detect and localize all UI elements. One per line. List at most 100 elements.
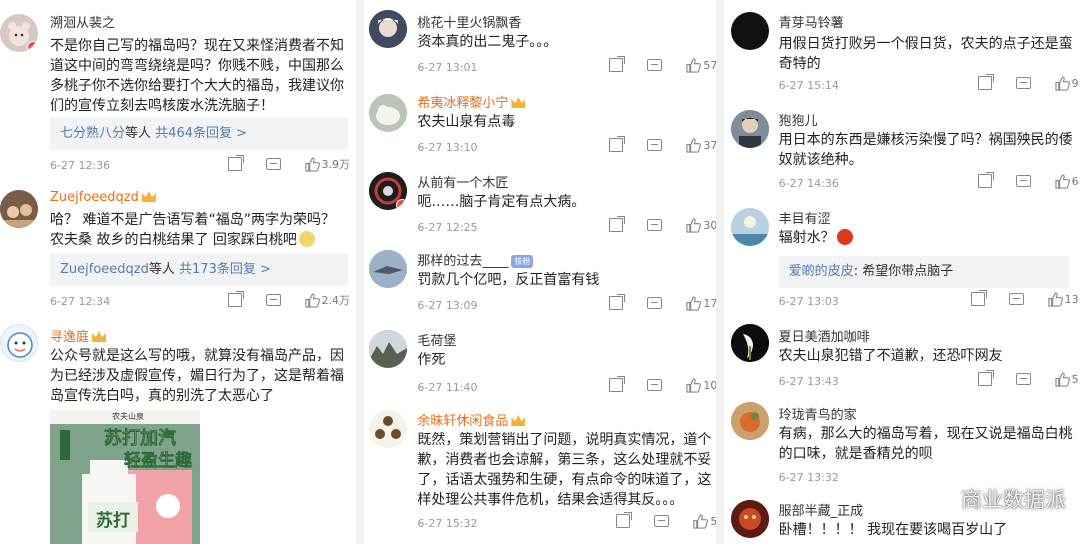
comment-column-1: 溯洄从裴之 不是你自己写的福岛吗？现在又来怪消费者不知 道这中间的弯弯绕绕是吗？你… [0,0,357,544]
share-icon[interactable] [977,74,994,90]
share-icon[interactable] [970,290,987,306]
share-icon[interactable] [227,291,244,307]
comment-icon[interactable] [265,158,281,170]
like-icon[interactable] [1048,292,1063,307]
replies-summary[interactable]: Zuejfoeedqzd等人 共173条回复 > [50,254,348,286]
username[interactable]: 希夷冰释黎小宁 [417,92,526,111]
comment-icon[interactable] [647,379,663,391]
avatar[interactable] [730,12,769,50]
avatar[interactable] [730,402,769,440]
avatar[interactable] [0,324,38,362]
bottle-label-text: 苏打 [96,511,130,531]
username[interactable]: 夏日美酒加咖啡 [779,326,870,345]
comment-icon[interactable] [1015,373,1031,385]
avatar[interactable] [0,14,38,52]
view-replies-link[interactable]: 共173条回复 > [179,262,271,277]
comment-meta: 6-27 12:34 2.4万 [50,291,351,312]
timestamp: 6-27 15:14 [778,79,839,92]
comment-icon[interactable] [647,139,663,151]
avatar[interactable] [369,250,408,288]
timestamp: 6-27 13:09 [417,299,478,312]
avatar[interactable] [369,94,408,132]
share-icon[interactable] [609,294,626,310]
comment-text: 公众号就是这么写的哦，就算没有福岛产品，因 为已经涉及虚假宣传，媚日行为了，这是帮… [50,348,344,404]
replies-summary[interactable]: 七分熟八分等人 共464条回复 > [50,118,348,150]
like-icon[interactable] [304,157,320,172]
username[interactable]: 狍狍儿 [779,110,818,129]
like-icon[interactable] [1055,76,1070,91]
avatar[interactable] [0,190,38,228]
avatar[interactable] [730,110,769,148]
username[interactable]: 桃花十里火锅飘香 [417,12,521,31]
like-icon[interactable] [1055,174,1070,189]
username[interactable]: 余昧轩休闲食品 [417,410,526,429]
username[interactable]: 玲珑青鸟的家 [779,404,857,423]
username[interactable]: 服部半藏_正成 [779,500,864,519]
share-icon[interactable] [609,216,626,232]
like-icon[interactable] [686,218,702,233]
username[interactable]: 那样的过去____ 铁粉 [417,250,534,269]
timestamp: 6-27 14:36 [778,177,839,190]
watermark: 商业数据派 [925,484,1066,514]
reply-preview[interactable]: 爱啲的皮皮: 希望你带点脑子 [778,256,1069,288]
username[interactable]: Zuejfoeedqzd [50,190,156,205]
avatar[interactable] [369,410,408,448]
username[interactable]: 青芽马铃薯 [779,12,844,31]
comment-icon[interactable] [647,219,663,231]
vip-crown-icon [92,331,107,342]
like-icon[interactable] [1055,372,1070,387]
timestamp: 6-27 13:03 [778,295,839,308]
comment-meta: 6-27 13:43 5 [779,370,1079,392]
share-icon[interactable] [616,512,633,528]
share-icon[interactable] [977,172,994,188]
avatar[interactable] [369,10,408,48]
share-icon[interactable] [609,56,626,72]
comment-text: 呃……脑子肯定有点大病。 [417,194,586,210]
timestamp: 6-27 11:40 [417,381,478,394]
share-icon[interactable] [227,155,244,171]
comment-icon[interactable] [1015,175,1031,187]
like-count: 13 [1064,292,1079,306]
reply-user[interactable]: 爱啲的皮皮 [789,264,854,279]
share-icon[interactable] [609,136,626,152]
post-image[interactable]: 农夫山泉 苏打加汽 轻盈生趣 苏打 [50,410,200,544]
avatar[interactable] [730,324,769,362]
share-icon[interactable] [977,370,994,386]
like-icon[interactable] [686,296,702,311]
comment-page: 溯洄从裴之 不是你自己写的福岛吗？现在又来怪消费者不知 道这中间的弯弯绕绕是吗？你… [0,0,1080,544]
reply-user[interactable]: 七分熟八分 [60,126,125,141]
like-icon[interactable] [693,514,709,529]
comment-icon[interactable] [647,59,663,71]
comment-text: 农夫山泉有点毒 [417,114,516,130]
username[interactable]: 溯洄从裴之 [50,12,115,31]
avatar[interactable] [369,330,408,368]
comment-icon[interactable] [1008,293,1024,305]
grimace-emoji-icon [298,231,315,247]
comment-meta: 6-27 13:03 13 [778,290,1079,312]
comment-icon[interactable] [654,515,670,527]
avatar-image [730,110,769,148]
china-flag-emoji-icon [836,229,853,245]
avatar[interactable] [730,500,769,538]
share-icon[interactable] [609,376,626,392]
like-icon[interactable] [304,293,320,308]
comment-icon[interactable] [265,294,281,306]
comment-icon[interactable] [647,297,663,309]
username[interactable]: 丰目有涩 [779,208,831,227]
like-count: 2.4万 [321,294,351,307]
like-icon[interactable] [686,58,702,73]
username[interactable]: 从前有一个木匠 [417,172,508,191]
username[interactable]: 毛荷堡 [417,330,456,349]
username[interactable]: 寻逸庭 [50,326,107,345]
reply-user[interactable]: Zuejfoeedqzd [60,262,149,277]
view-replies-link[interactable]: 共464条回复 > [155,126,247,141]
avatar-image [369,250,408,288]
like-icon[interactable] [686,378,702,393]
comment-icon[interactable] [1015,77,1031,89]
avatar[interactable] [369,172,408,210]
comment-meta: 6-27 12:36 3.9万 [50,155,350,176]
avatar[interactable] [730,208,769,246]
like-icon[interactable] [686,138,702,153]
comment-meta: 6-27 15:32 5 [417,512,717,534]
vip-crown-icon [511,97,526,108]
